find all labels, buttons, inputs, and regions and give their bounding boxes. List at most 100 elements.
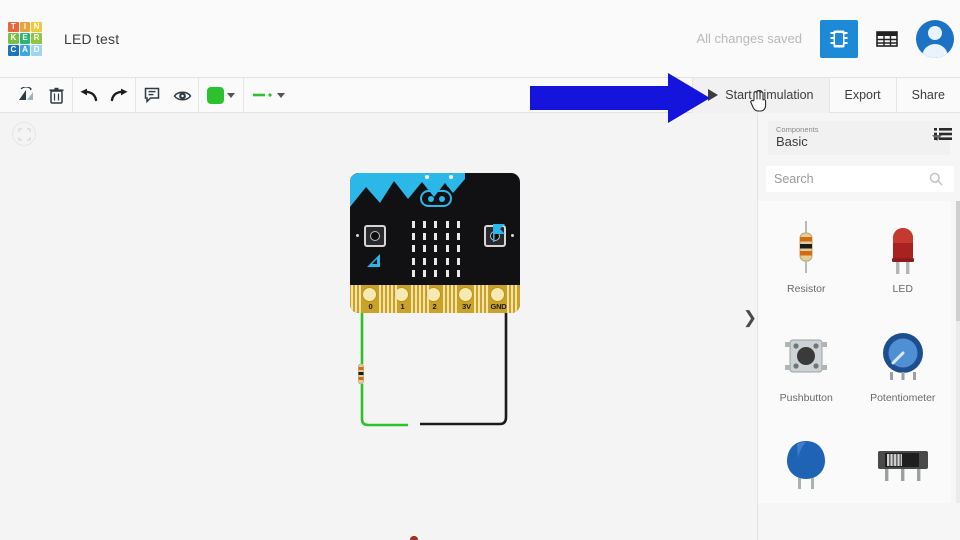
delete-icon[interactable] [41,78,72,113]
component-item-pushbutton[interactable]: Pushbutton [758,314,855,423]
matrix-led [423,257,427,265]
led-matrix [408,218,464,280]
search-icon[interactable] [929,172,943,186]
robot-face-logo [420,190,452,207]
table-icon[interactable] [868,20,906,58]
antenna-dot-left [425,175,429,179]
connector-stripes [443,285,457,313]
toolbar-right-group: Start Simulation Export Share [692,77,960,113]
category-value: Basic [776,134,808,149]
components-panel: ❯ Components Basic Re [743,113,960,540]
note-icon[interactable] [136,78,167,113]
save-status: All changes saved [696,31,802,46]
pushbutton-icon [783,326,829,386]
resistor-component[interactable] [355,360,367,388]
export-button[interactable]: Export [830,78,896,113]
robot-eye-right [439,196,445,202]
wire-color-picker[interactable] [199,78,243,113]
document-title[interactable]: LED test [64,31,119,47]
chevron-right-icon[interactable]: ❯ [742,296,758,340]
share-button[interactable]: Share [897,78,960,113]
component-item-led[interactable]: LED [855,205,952,314]
board-dot-left [356,234,359,237]
component-item[interactable] [855,423,952,532]
matrix-led [423,220,427,228]
matrix-led [445,270,449,278]
header-right-group: All changes saved [696,19,960,58]
search-input[interactable] [774,172,929,186]
button-a[interactable] [364,225,386,247]
resistor-icon [791,217,821,277]
logo-tile-t: T [8,21,19,33]
annotation-arrow-icon [530,73,710,123]
matrix-led [456,233,460,241]
matrix-led [412,270,416,278]
matrix-led [456,257,460,265]
rotate-icon[interactable] [10,78,41,113]
search-bar[interactable] [766,166,954,192]
circuit-canvas[interactable]: 0 1 2 3V GND [0,113,757,540]
pin-pad-gnd[interactable] [490,287,505,302]
board-dot-right [511,234,514,237]
matrix-led [434,270,438,278]
matrix-led [412,257,416,265]
user-avatar[interactable] [916,19,954,58]
component-label: Resistor [786,283,826,295]
matrix-led [412,245,416,253]
matrix-led [423,270,427,278]
component-item[interactable] [758,423,855,532]
component-label: Pushbutton [779,392,833,404]
chip-icon[interactable] [820,19,858,58]
matrix-led [434,257,438,265]
wire-style-picker[interactable] [244,78,293,113]
led-component[interactable] [406,532,422,540]
connector-stripes [379,285,397,313]
component-category-select[interactable]: Components Basic [768,121,950,155]
edit-toolbar: Start Simulation Export Share [0,77,960,113]
logo-tile-e: E [19,33,31,44]
start-simulation-label: Start Simulation [725,88,814,102]
matrix-led [445,245,449,253]
tinkercad-circuits-app: TINKERCAD LED test All changes saved Sta… [0,0,960,540]
panel-scrollbar-thumb[interactable] [956,201,960,321]
logo-tile-a: A [19,44,31,56]
visibility-icon[interactable] [167,78,198,113]
matrix-led [445,257,449,265]
matrix-led [423,233,427,241]
component-label: Potentiometer [870,392,936,404]
logo-tile-d: D [31,44,42,56]
logo-tile-k: K [8,33,19,44]
mouse-cursor-icon [750,90,767,112]
matrix-led [456,220,460,228]
undo-icon[interactable] [73,78,104,113]
component-label: LED [892,283,913,295]
robot-eye-left [428,196,434,202]
matrix-led [434,245,438,253]
panel-scrollbar[interactable] [956,201,960,503]
slide-switch-icon [876,435,930,495]
logo-tile-c: C [8,44,19,56]
antenna-dot-right [449,175,453,179]
redo-icon[interactable] [104,78,135,113]
connector-stripes [474,285,488,313]
component-item-resistor[interactable]: Resistor [758,205,855,314]
flag-marker-b [493,224,505,242]
microbit-board[interactable]: 0 1 2 3V GND [350,173,520,313]
matrix-led [434,220,438,228]
triangle-marker-a [367,254,380,267]
list-view-icon[interactable] [932,123,954,145]
pin-pad-0[interactable] [362,287,377,302]
logo-tile-r: R [31,33,42,44]
matrix-led [445,233,449,241]
component-item-potentiometer[interactable]: Potentiometer [855,314,952,423]
app-header: TIN KER CAD LED test All changes saved [0,0,960,78]
edge-connector: 0 1 2 3V GND [350,285,520,313]
matrix-led [423,245,427,253]
matrix-led [412,233,416,241]
led-icon [885,217,921,277]
capacitor-icon [785,435,827,495]
pin-pad-3v[interactable] [458,287,473,302]
component-grid[interactable]: Resistor LED Pushbutton Potentiometer [758,201,951,503]
tinkercad-logo[interactable]: TIN KER CAD [8,21,42,56]
potentiometer-icon [879,326,927,386]
